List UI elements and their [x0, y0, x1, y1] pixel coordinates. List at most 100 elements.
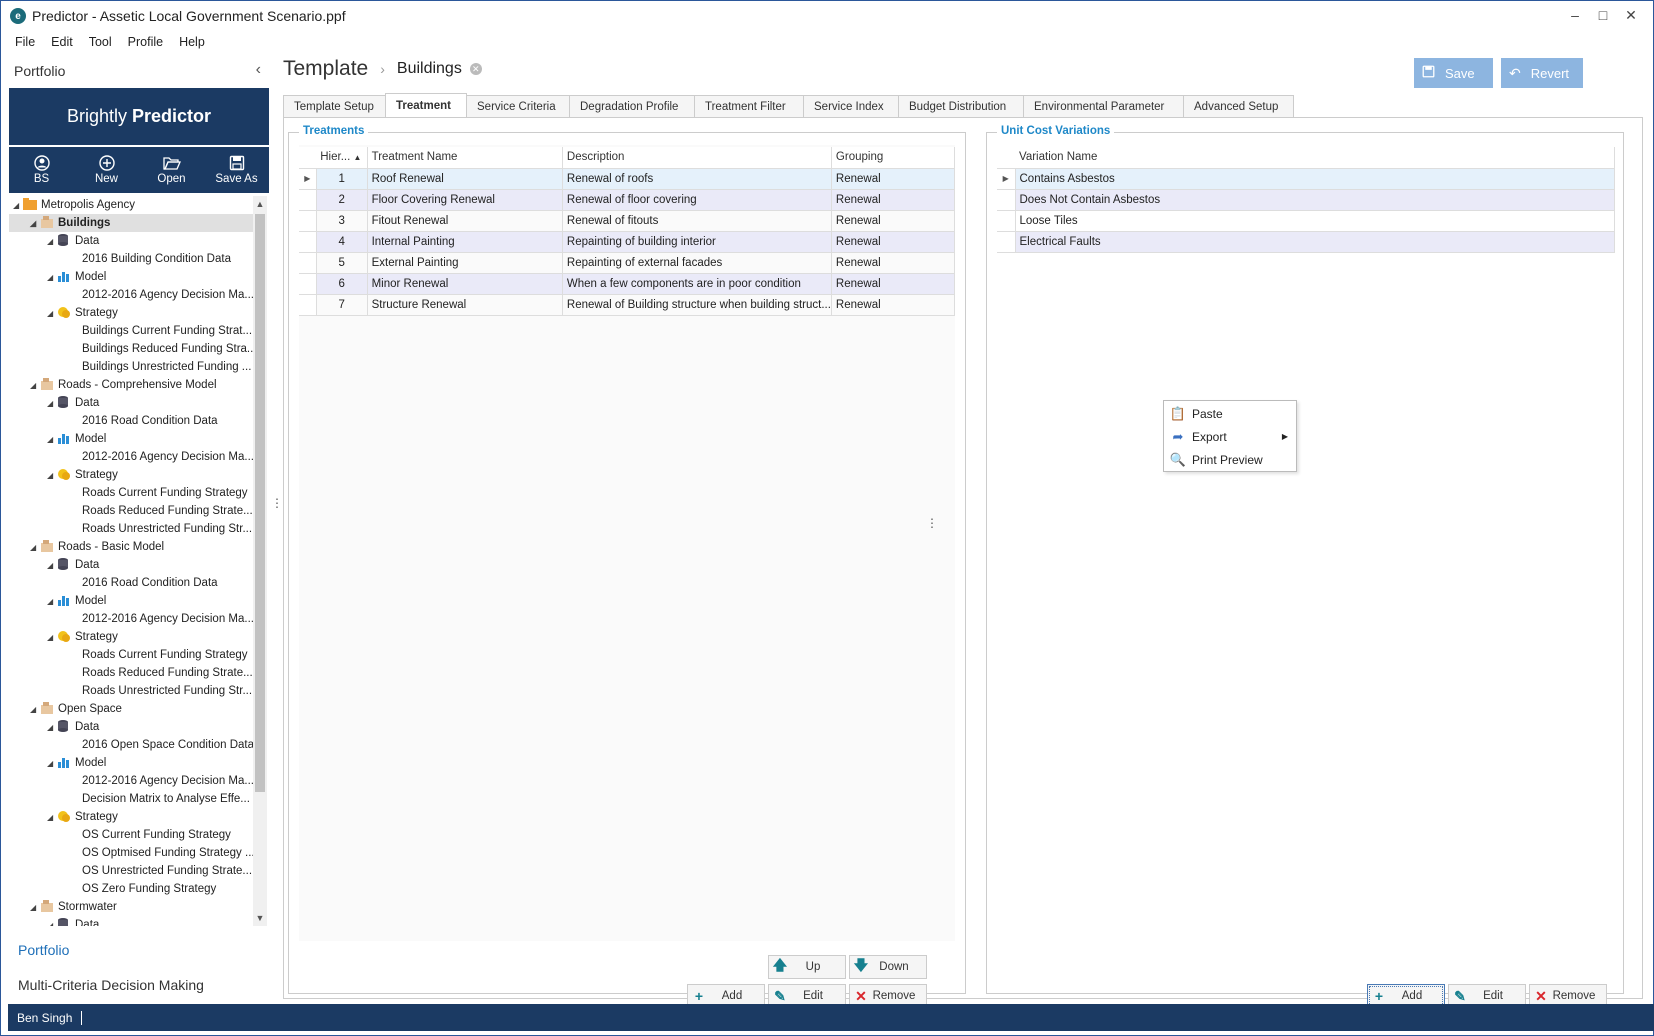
cell-description[interactable]: Repainting of external facades: [562, 252, 832, 274]
tree-node[interactable]: OS Optmised Funding Strategy ...: [9, 844, 253, 862]
panel-splitter[interactable]: ⋮: [271, 496, 283, 510]
cell-grouping[interactable]: Renewal: [831, 273, 956, 295]
cell-treatment-name[interactable]: Roof Renewal: [367, 168, 563, 190]
collapse-panel-icon[interactable]: ‹: [256, 61, 261, 79]
bs-button[interactable]: BS: [12, 155, 72, 185]
tree-node[interactable]: Roads Unrestricted Funding Str...: [9, 520, 253, 538]
tree-node[interactable]: ◢ Data: [9, 718, 253, 736]
expand-arrow-icon[interactable]: ◢: [13, 197, 23, 215]
tree-node[interactable]: ◢ Model: [9, 592, 253, 610]
tab-service-criteria[interactable]: Service Criteria: [466, 95, 570, 117]
cell-treatment-name[interactable]: Minor Renewal: [367, 273, 563, 295]
col-header-variation-name[interactable]: Variation Name: [1015, 147, 1615, 169]
tree-node[interactable]: ◢ Metropolis Agency: [9, 196, 253, 214]
tree-node[interactable]: ◢ Roads - Basic Model: [9, 538, 253, 556]
expand-arrow-icon[interactable]: ◢: [47, 233, 57, 251]
tree-node[interactable]: ◢ Open Space: [9, 700, 253, 718]
table-row[interactable]: 2 Floor Covering Renewal Renewal of floor …: [299, 189, 956, 211]
tab-service-index[interactable]: Service Index: [803, 95, 899, 117]
cell-hierarchy[interactable]: 2: [316, 189, 368, 211]
portfolio-tree[interactable]: ◢ Metropolis Agency ◢ Buildings ◢ Data 2016 Bu…: [9, 196, 253, 926]
tab-treatment-filter[interactable]: Treatment Filter: [694, 95, 804, 117]
tree-node[interactable]: ◢ Data: [9, 394, 253, 412]
cell-hierarchy[interactable]: 5: [316, 252, 368, 274]
expand-arrow-icon[interactable]: ◢: [30, 215, 40, 233]
tree-node[interactable]: Decision Matrix to Analyse Effe...: [9, 790, 253, 808]
expand-arrow-icon[interactable]: ◢: [30, 899, 40, 917]
tree-node[interactable]: 2016 Building Condition Data: [9, 250, 253, 268]
tree-node[interactable]: ◢ Strategy: [9, 466, 253, 484]
cell-hierarchy[interactable]: 3: [316, 210, 368, 232]
tree-node[interactable]: OS Unrestricted Funding Strate...: [9, 862, 253, 880]
tree-node[interactable]: Buildings Unrestricted Funding ...: [9, 358, 253, 376]
tree-node[interactable]: Buildings Reduced Funding Stra...: [9, 340, 253, 358]
tree-node[interactable]: Roads Current Funding Strategy: [9, 484, 253, 502]
up-button[interactable]: 🡅 Up: [768, 955, 846, 979]
expand-arrow-icon[interactable]: ◢: [47, 467, 57, 485]
cell-description[interactable]: Renewal of floor covering: [562, 189, 832, 211]
scroll-up-icon[interactable]: ▲: [253, 199, 267, 209]
expand-arrow-icon[interactable]: ◢: [47, 809, 57, 827]
expand-arrow-icon[interactable]: ◢: [47, 305, 57, 323]
cell-grouping[interactable]: Renewal: [831, 168, 956, 190]
menu-item-paste[interactable]: 📋 Paste: [1164, 402, 1296, 425]
cell-grouping[interactable]: Renewal: [831, 210, 956, 232]
minimize-button[interactable]: –: [1565, 7, 1585, 23]
expand-arrow-icon[interactable]: ◢: [47, 629, 57, 647]
open-button[interactable]: Open: [142, 155, 202, 185]
cell-description[interactable]: Repainting of building interior: [562, 231, 832, 253]
cell-grouping[interactable]: Renewal: [831, 252, 956, 274]
cell-treatment-name[interactable]: External Painting: [367, 252, 563, 274]
cell-description[interactable]: Renewal of fitouts: [562, 210, 832, 232]
table-row[interactable]: 4 Internal Painting Repainting of building…: [299, 231, 956, 253]
tree-node[interactable]: ◢ Buildings: [9, 214, 253, 232]
table-row[interactable]: Loose Tiles: [997, 210, 1615, 232]
tree-node[interactable]: OS Current Funding Strategy: [9, 826, 253, 844]
tree-node[interactable]: ◢ Data: [9, 916, 253, 926]
menu-profile[interactable]: Profile: [120, 35, 171, 49]
cell-grouping[interactable]: Renewal: [831, 294, 956, 316]
cell-description[interactable]: Renewal of Building structure when build…: [562, 294, 832, 316]
expand-arrow-icon[interactable]: ◢: [47, 593, 57, 611]
expand-arrow-icon[interactable]: ◢: [47, 269, 57, 287]
table-row[interactable]: 3 Fitout Renewal Renewal of fitouts Renewal: [299, 210, 956, 232]
tree-node[interactable]: ◢ Strategy: [9, 808, 253, 826]
tree-node[interactable]: ◢ Data: [9, 232, 253, 250]
cell-hierarchy[interactable]: 6: [316, 273, 368, 295]
save-button[interactable]: Save: [1414, 58, 1493, 88]
scroll-thumb[interactable]: [255, 214, 265, 792]
expand-arrow-icon[interactable]: ◢: [47, 431, 57, 449]
cell-description[interactable]: When a few components are in poor condit…: [562, 273, 832, 295]
table-row[interactable]: Electrical Faults: [997, 231, 1615, 253]
table-row[interactable]: Does Not Contain Asbestos: [997, 189, 1615, 211]
cell-grouping[interactable]: Renewal: [831, 231, 956, 253]
menu-file[interactable]: File: [7, 35, 43, 49]
expand-arrow-icon[interactable]: ◢: [30, 377, 40, 395]
tab-advanced-setup[interactable]: Advanced Setup: [1183, 95, 1294, 117]
col-header-description[interactable]: Description: [562, 147, 832, 169]
cell-variation-name[interactable]: Does Not Contain Asbestos: [1015, 189, 1615, 211]
tree-node[interactable]: Buildings Current Funding Strat...: [9, 322, 253, 340]
table-row[interactable]: ▶ Contains Asbestos: [997, 168, 1615, 190]
tree-node[interactable]: OS Zero Funding Strategy: [9, 880, 253, 898]
tree-node[interactable]: ◢ Strategy: [9, 628, 253, 646]
cell-treatment-name[interactable]: Fitout Renewal: [367, 210, 563, 232]
expand-arrow-icon[interactable]: ◢: [47, 395, 57, 413]
portfolio-link[interactable]: Portfolio: [18, 942, 69, 958]
revert-button[interactable]: ↶ Revert: [1501, 58, 1583, 88]
tab-treatment[interactable]: Treatment: [385, 93, 467, 117]
tree-node[interactable]: 2016 Open Space Condition Data: [9, 736, 253, 754]
menu-edit[interactable]: Edit: [43, 35, 81, 49]
menu-item-print-preview[interactable]: 🔍 Print Preview: [1164, 448, 1296, 471]
close-button[interactable]: ✕: [1621, 7, 1641, 24]
tree-node[interactable]: Roads Unrestricted Funding Str...: [9, 682, 253, 700]
tab-budget-distribution[interactable]: Budget Distribution: [898, 95, 1024, 117]
tree-node[interactable]: Roads Reduced Funding Strate...: [9, 664, 253, 682]
tree-node[interactable]: 2012-2016 Agency Decision Ma...: [9, 286, 253, 304]
tree-node[interactable]: ◢ Strategy: [9, 304, 253, 322]
cell-treatment-name[interactable]: Structure Renewal: [367, 294, 563, 316]
tree-node[interactable]: ◢ Model: [9, 268, 253, 286]
expand-arrow-icon[interactable]: ◢: [30, 539, 40, 557]
tree-node[interactable]: 2016 Road Condition Data: [9, 412, 253, 430]
tree-node[interactable]: ◢ Data: [9, 556, 253, 574]
